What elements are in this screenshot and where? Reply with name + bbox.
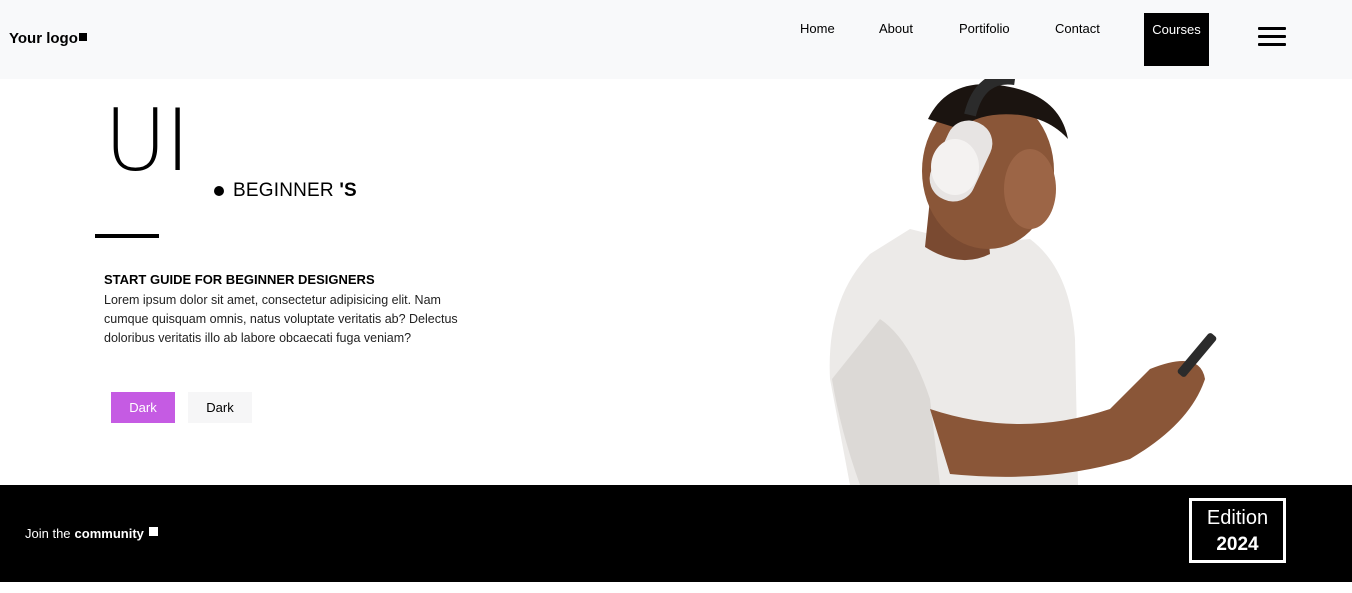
community-square-icon [148, 527, 158, 536]
title-underline [95, 234, 159, 238]
intro-text: Lorem ipsum dolor sit amet, consectetur … [104, 293, 458, 345]
header: Your logo Home About Portifolio Contact … [0, 0, 1352, 79]
logo-square-icon [78, 33, 87, 41]
edition-badge: Edition 2024 [1189, 498, 1286, 563]
edition-year: 2024 [1216, 534, 1259, 555]
join-community-link[interactable]: Join the community [25, 526, 158, 541]
hero-title: UI [104, 91, 190, 191]
nav-courses-button[interactable]: Courses [1144, 13, 1209, 66]
menu-hamburger-icon[interactable] [1258, 27, 1286, 47]
community-band: Join the community Edition 2024 [0, 485, 1352, 582]
dark-primary-button[interactable]: Dark [111, 392, 175, 423]
edition-label: Edition [1206, 507, 1269, 529]
nav-contact[interactable]: Contact [1055, 21, 1100, 36]
dark-secondary-button[interactable]: Dark [188, 392, 252, 423]
nav-home[interactable]: Home [800, 21, 835, 36]
hero-subtitle: BEGINNER 'S [233, 180, 357, 201]
hero-dot-icon [214, 186, 224, 196]
nav-portfolio[interactable]: Portifolio [959, 21, 1010, 36]
logo-text: Your logo [9, 30, 78, 47]
logo[interactable]: Your logo [9, 30, 87, 47]
nav-about[interactable]: About [879, 21, 913, 36]
hero-person-image [829, 79, 1217, 485]
intro-heading: START GUIDE FOR BEGINNER DESIGNERS [104, 272, 375, 287]
